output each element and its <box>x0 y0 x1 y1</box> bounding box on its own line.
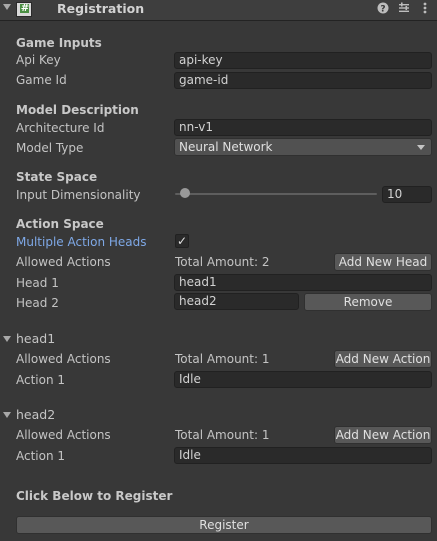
model-description-heading: Model Description <box>16 103 139 117</box>
input-dimensionality-slider[interactable] <box>175 193 377 195</box>
architecture-id-field[interactable]: nn-v1 <box>174 119 432 136</box>
head2-action-1-field[interactable]: Idle <box>174 447 432 464</box>
game-inputs-heading: Game Inputs <box>16 36 102 50</box>
head-1-label: Head 1 <box>16 276 59 290</box>
head1-action-1-label: Action 1 <box>16 373 66 387</box>
help-icon[interactable]: ? <box>376 2 390 18</box>
head-1-field[interactable]: head1 <box>174 274 432 291</box>
multiple-action-heads-label: Multiple Action Heads <box>16 235 147 249</box>
api-key-field[interactable]: api-key <box>174 52 432 69</box>
preset-settings-icon[interactable] <box>397 2 411 18</box>
head-2-label: Head 2 <box>16 296 59 310</box>
head2-allowed-actions-label: Allowed Actions <box>16 428 111 442</box>
game-id-label: Game Id <box>16 73 67 87</box>
head2-foldout-title[interactable]: head2 <box>16 407 55 423</box>
state-space-heading: State Space <box>16 170 98 184</box>
fold-arrow-icon[interactable] <box>3 4 11 10</box>
architecture-id-label: Architecture Id <box>16 121 105 135</box>
context-menu-icon[interactable] <box>418 2 432 18</box>
head2-action-1-label: Action 1 <box>16 449 66 463</box>
head2-add-new-action-button[interactable]: Add New Action <box>334 426 432 444</box>
model-type-value: Neural Network <box>179 140 273 154</box>
head1-allowed-actions-label: Allowed Actions <box>16 352 111 366</box>
multiple-action-heads-checkbox[interactable]: ✓ <box>175 234 189 248</box>
head2-total-amount-text: Total Amount: 1 <box>175 428 270 442</box>
register-prompt: Click Below to Register <box>16 489 173 503</box>
head1-foldout-arrow-icon[interactable] <box>3 336 11 342</box>
input-dimensionality-label: Input Dimensionality <box>16 188 141 202</box>
remove-head-button[interactable]: Remove <box>304 293 432 311</box>
svg-text:?: ? <box>380 5 385 15</box>
game-id-field[interactable]: game-id <box>174 72 432 89</box>
dropdown-arrow-icon <box>417 145 425 150</box>
head1-action-1-field[interactable]: Idle <box>174 371 432 388</box>
head1-foldout-title[interactable]: head1 <box>16 331 55 347</box>
head-2-field[interactable]: head2 <box>174 293 299 310</box>
allowed-actions-label: Allowed Actions <box>16 255 111 269</box>
script-hash-icon: # <box>20 3 30 14</box>
head1-add-new-action-button[interactable]: Add New Action <box>334 350 432 368</box>
total-amount-text: Total Amount: 2 <box>175 255 270 269</box>
register-button[interactable]: Register <box>16 516 432 534</box>
component-title: Registration <box>57 1 145 16</box>
component-header: # Registration ? <box>0 0 437 21</box>
slider-thumb[interactable] <box>180 188 191 198</box>
action-space-heading: Action Space <box>16 217 104 231</box>
model-type-dropdown[interactable]: Neural Network <box>174 138 432 156</box>
checkmark-icon: ✓ <box>176 234 188 248</box>
add-new-head-button[interactable]: Add New Head <box>334 253 432 271</box>
head1-total-amount-text: Total Amount: 1 <box>175 352 270 366</box>
input-dimensionality-field[interactable]: 10 <box>382 186 432 203</box>
api-key-label: Api Key <box>16 53 61 67</box>
head2-foldout-arrow-icon[interactable] <box>3 412 11 418</box>
model-type-label: Model Type <box>16 141 84 155</box>
